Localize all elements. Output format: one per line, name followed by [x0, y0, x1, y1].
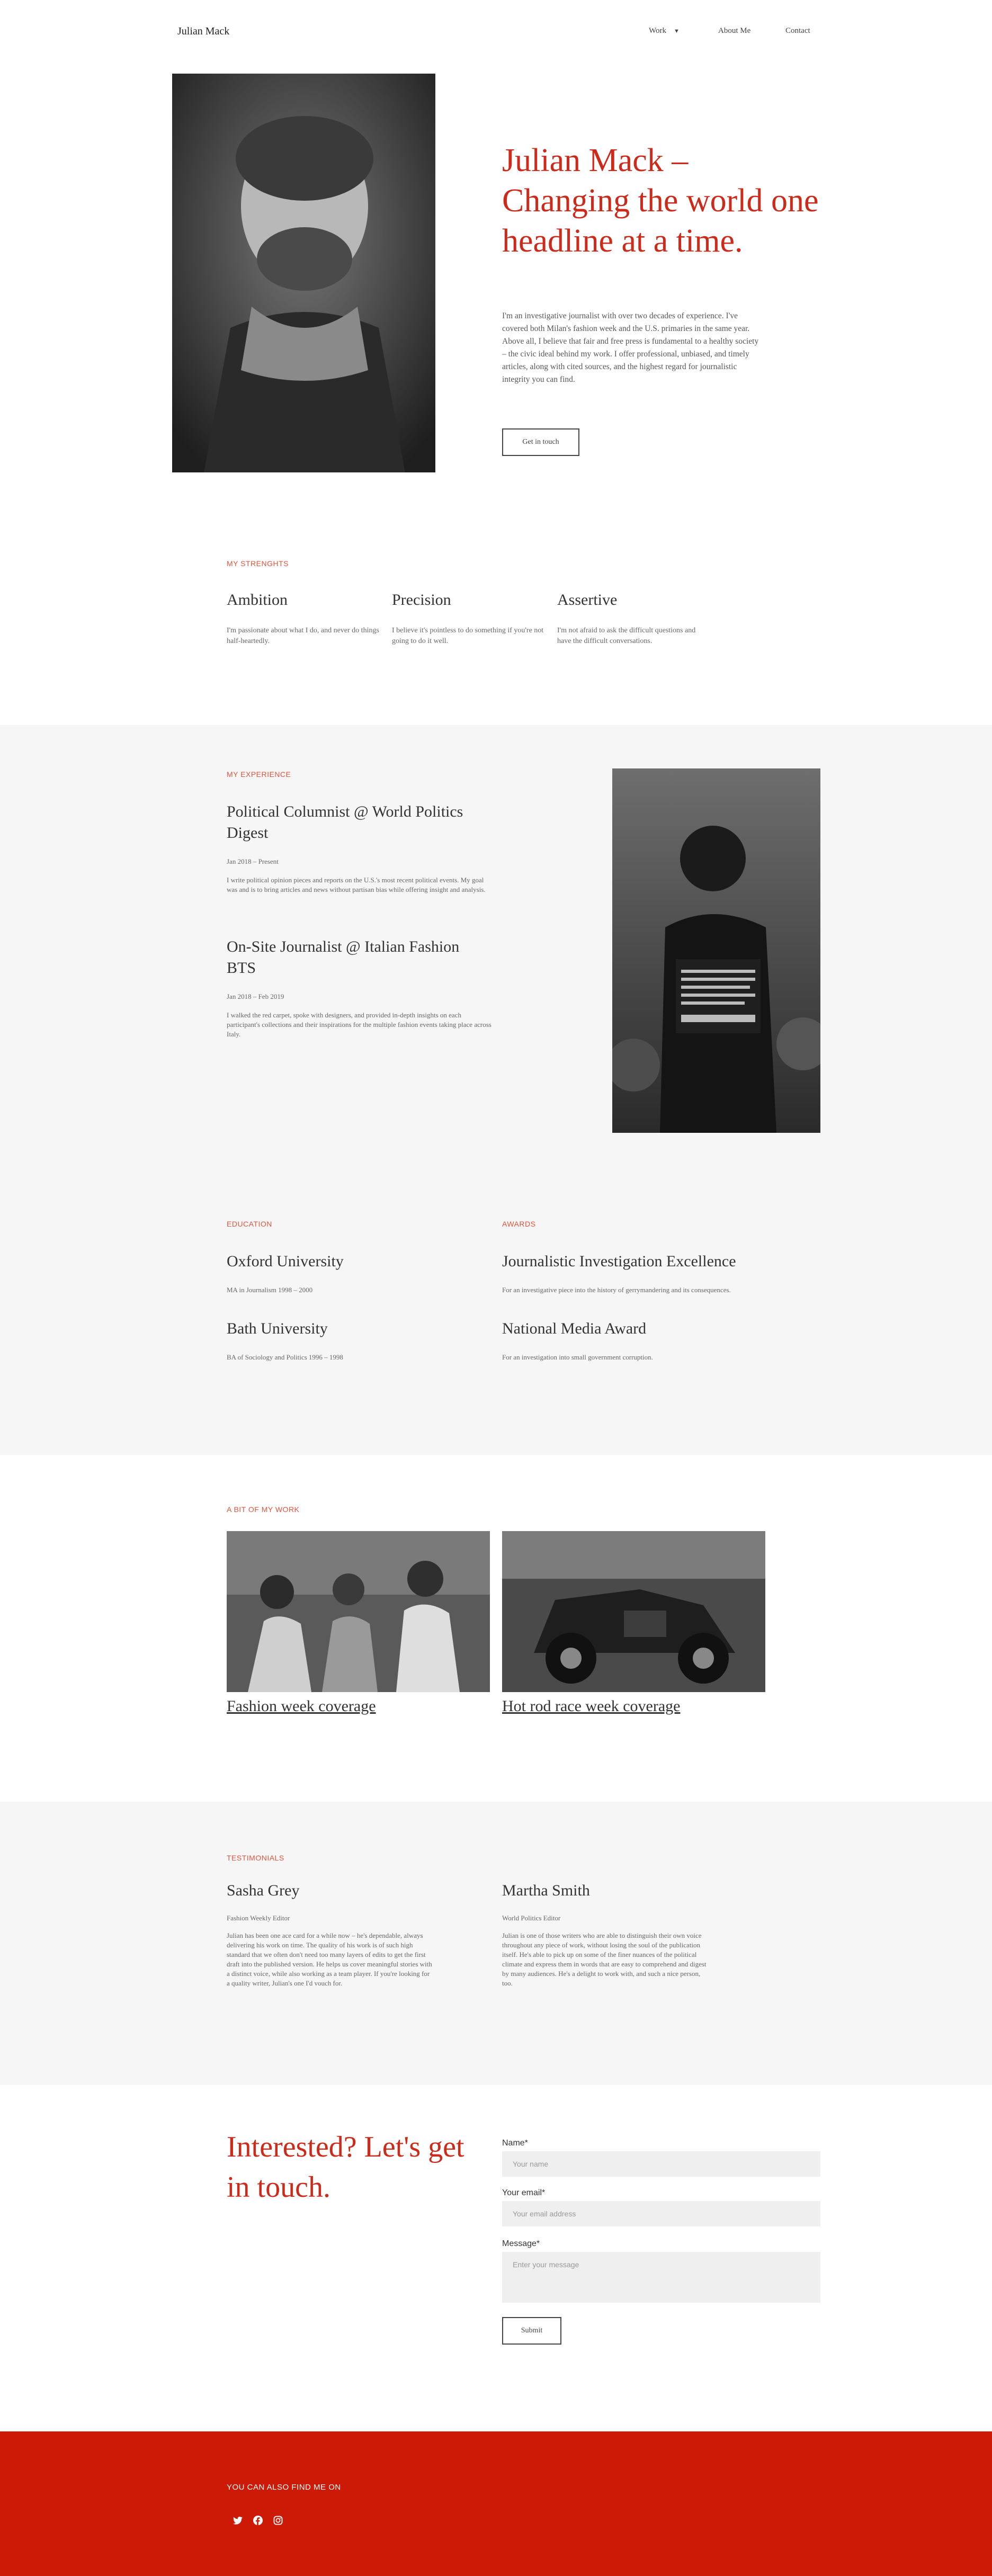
strength-text: I'm not afraid to ask the difficult ques…: [557, 627, 696, 645]
submit-button[interactable]: Submit: [502, 2317, 561, 2345]
email-label: Your email*: [502, 2188, 546, 2197]
testimonial-name: Sasha Grey: [227, 1882, 300, 1899]
award-item: Journalistic Investigation Excellence Fo…: [502, 1251, 820, 1294]
portrait-photo: [172, 74, 435, 472]
nav-about-me[interactable]: About Me: [718, 26, 750, 35]
nav-work[interactable]: Work ▼: [649, 26, 680, 35]
education-text: MA in Journalism 1998 – 2000: [227, 1286, 313, 1294]
experience-section: [0, 725, 992, 1455]
awards-eyebrow: AWARDS: [502, 1220, 536, 1228]
facebook-icon[interactable]: [252, 2515, 264, 2526]
twitter-icon[interactable]: [232, 2515, 244, 2526]
award-title: National Media Award: [502, 1320, 647, 1337]
footer: [0, 2431, 992, 2576]
message-textarea[interactable]: Enter your message: [502, 2252, 820, 2303]
experience-dates: Jan 2018 – Present: [227, 857, 279, 865]
name-label: Name*: [502, 2139, 528, 2148]
instagram-icon[interactable]: [272, 2515, 284, 2526]
fashion-week-link[interactable]: Fashion week coverage: [227, 1697, 376, 1715]
hot-rod-link[interactable]: Hot rod race week coverage: [502, 1697, 680, 1715]
testimonial-role: World Politics Editor: [502, 1914, 561, 1922]
strength-card: Ambition I'm passionate about what I do,…: [227, 589, 380, 647]
hero-description: I'm an investigative journalist with ove…: [502, 311, 759, 384]
hot-rod-photo[interactable]: [502, 1531, 765, 1692]
name-input[interactable]: Your name: [502, 2151, 820, 2177]
award-text: For an investigative piece into the hist…: [502, 1286, 731, 1294]
testimonials-eyebrow: TESTIMONIALS: [227, 1854, 284, 1862]
experience-text: I write political opinion pieces and rep…: [227, 876, 486, 893]
education-item: Bath University BA of Sociology and Poli…: [227, 1318, 481, 1362]
contact-title: Interested? Let's get in touch.: [227, 2131, 464, 2204]
nav-work-label: Work: [649, 26, 666, 35]
education-text: BA of Sociology and Politics 1996 – 1998: [227, 1353, 343, 1361]
strength-title: Assertive: [557, 591, 618, 609]
get-in-touch-button[interactable]: Get in touch: [502, 428, 579, 456]
education-title: Bath University: [227, 1320, 328, 1337]
testimonial-text: Julian is one of those writers who are a…: [502, 1931, 707, 1987]
protest-photo: [612, 768, 820, 1133]
strength-card: Precision I believe it's pointless to do…: [392, 589, 546, 647]
experience-item: On-Site Journalist @ Italian Fashion BTS…: [227, 936, 491, 1039]
work-eyebrow: A BIT OF MY WORK: [227, 1505, 300, 1514]
strengths-eyebrow: MY STRENGHTS: [227, 559, 289, 568]
experience-title: On-Site Journalist @ Italian Fashion BTS: [227, 938, 460, 977]
strength-text: I'm passionate about what I do, and neve…: [227, 627, 379, 645]
strength-title: Precision: [392, 591, 451, 609]
testimonial-role: Fashion Weekly Editor: [227, 1914, 290, 1922]
testimonial-card: Martha Smith World Politics Editor Julia…: [502, 1880, 709, 1988]
award-item: National Media Award For an investigatio…: [502, 1318, 820, 1362]
message-label: Message*: [502, 2239, 540, 2248]
testimonials-section: [0, 1802, 992, 2085]
footer-label: YOU CAN ALSO FIND ME ON: [227, 2483, 341, 2492]
chevron-down-icon: ▼: [673, 28, 680, 34]
strength-card: Assertive I'm not afraid to ask the diff…: [557, 589, 711, 647]
email-input[interactable]: Your email address: [502, 2201, 820, 2226]
testimonial-text: Julian has been one ace card for a while…: [227, 1931, 432, 1987]
testimonial-card: Sasha Grey Fashion Weekly Editor Julian …: [227, 1880, 433, 1988]
testimonial-name: Martha Smith: [502, 1882, 590, 1899]
nav-contact[interactable]: Contact: [785, 26, 810, 35]
education-eyebrow: EDUCATION: [227, 1220, 272, 1228]
experience-item: Political Columnist @ World Politics Dig…: [227, 801, 491, 895]
experience-title: Political Columnist @ World Politics Dig…: [227, 803, 463, 842]
experience-dates: Jan 2018 – Feb 2019: [227, 992, 284, 1000]
experience-text: I walked the red carpet, spoke with desi…: [227, 1011, 491, 1038]
education-title: Oxford University: [227, 1253, 344, 1270]
award-title: Journalistic Investigation Excellence: [502, 1253, 736, 1270]
award-text: For an investigation into small governme…: [502, 1353, 653, 1361]
hero-title: Julian Mack – Changing the world one hea…: [502, 142, 819, 259]
strength-title: Ambition: [227, 591, 288, 609]
fashion-week-photo[interactable]: [227, 1531, 490, 1692]
education-item: Oxford University MA in Journalism 1998 …: [227, 1251, 481, 1294]
site-logo[interactable]: Julian Mack: [177, 25, 229, 38]
experience-eyebrow: MY EXPERIENCE: [227, 770, 291, 779]
strength-text: I believe it's pointless to do something…: [392, 627, 544, 645]
